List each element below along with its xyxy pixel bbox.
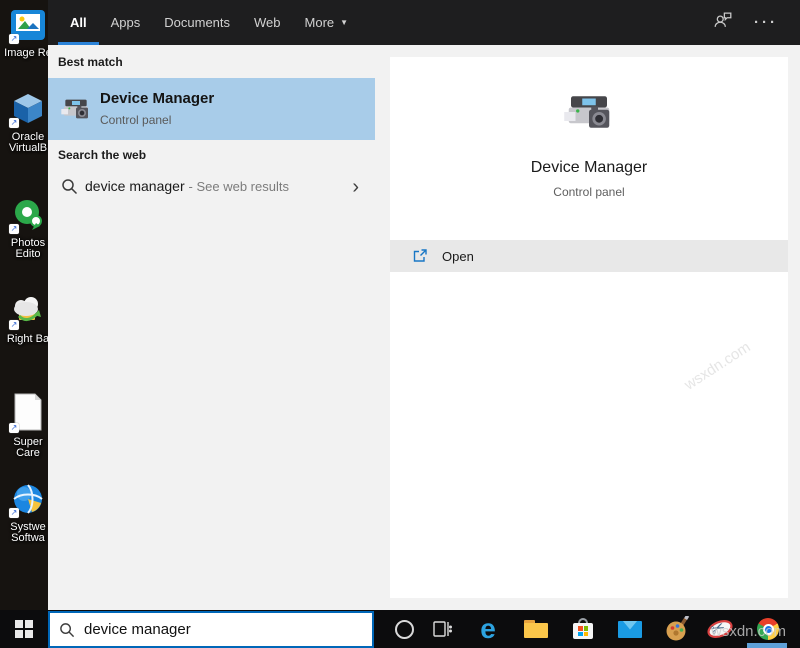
shortcut-arrow-icon: ↗ [9, 224, 19, 234]
shortcut-arrow-icon: ↗ [9, 508, 19, 518]
best-match-result-device-manager[interactable]: Device Manager Control panel [48, 78, 375, 140]
result-subtitle: Control panel [100, 113, 172, 127]
preview-title: Device Manager [530, 159, 648, 176]
shortcut-arrow-icon: ↗ [9, 320, 19, 330]
web-query: device manager - See web results [85, 178, 289, 194]
photos-editor-icon: ↗ [9, 198, 45, 234]
tabs: All Apps Documents Web More ▼ [58, 0, 360, 45]
chevron-down-icon: ▼ [340, 18, 349, 27]
image-viewer-icon: ↗ [9, 8, 45, 44]
store-icon [572, 618, 594, 640]
systweak-icon: ↗ [9, 482, 45, 518]
tab-more[interactable]: More ▼ [293, 0, 361, 45]
file-explorer-icon [524, 620, 548, 638]
shortcut-arrow-icon: ↗ [9, 423, 19, 433]
edge-icon: e [480, 613, 496, 644]
taskbar-active-indicator [747, 643, 787, 648]
feedback-icon[interactable] [712, 9, 734, 36]
chevron-right-icon: › [352, 176, 359, 198]
task-view-button[interactable] [422, 610, 462, 648]
device-manager-icon [60, 93, 92, 130]
best-match-heading: Best match [58, 55, 123, 69]
tab-all[interactable]: All [58, 0, 99, 45]
watermark-taskbar: wsxdn.com [711, 623, 787, 640]
search-results-body: Best match Device Manager Control panel … [48, 45, 800, 610]
shortcut-arrow-icon: ↗ [9, 34, 19, 44]
file-explorer-button[interactable] [516, 610, 556, 648]
open-icon [413, 249, 427, 262]
results-column: Best match Device Manager Control panel … [48, 45, 390, 610]
store-button[interactable] [563, 610, 603, 648]
start-button[interactable] [0, 610, 48, 648]
search-flyout: All Apps Documents Web More ▼ ··· Best m… [48, 0, 800, 610]
taskbar: e ✂ [0, 610, 800, 648]
result-title: Device Manager [100, 90, 215, 107]
search-web-heading: Search the web [58, 148, 147, 162]
mail-button[interactable] [610, 610, 650, 648]
cortana-button[interactable] [384, 610, 424, 648]
web-suffix: - See web results [188, 179, 289, 194]
virtualbox-icon: ↗ [9, 92, 45, 128]
windows-logo-icon [15, 620, 33, 638]
search-tabs-bar: All Apps Documents Web More ▼ ··· [48, 0, 800, 45]
document-icon: ↗ [9, 393, 45, 433]
search-icon [62, 179, 78, 195]
preview-subtitle: Control panel [553, 185, 625, 199]
task-view-icon [433, 621, 453, 637]
open-action[interactable]: Open [390, 240, 788, 272]
edge-button[interactable]: e [468, 610, 508, 648]
open-label: Open [442, 248, 474, 264]
cortana-icon [394, 619, 414, 639]
mail-icon [618, 620, 642, 638]
tab-apps[interactable]: Apps [99, 0, 153, 45]
tab-web[interactable]: Web [242, 0, 293, 45]
paint-button[interactable] [658, 610, 698, 648]
taskbar-search-box[interactable] [48, 611, 374, 648]
shortcut-arrow-icon: ↗ [9, 118, 19, 128]
taskbar-search-input[interactable] [84, 621, 334, 638]
preview-panel: Device Manager Control panel Open [390, 57, 788, 598]
web-search-result[interactable]: device manager - See web results › [48, 167, 375, 207]
device-manager-icon-large [562, 85, 616, 139]
paint-icon [666, 616, 690, 641]
ellipsis-icon[interactable]: ··· [754, 15, 778, 30]
tab-documents[interactable]: Documents [152, 0, 242, 45]
search-icon [60, 622, 75, 637]
cloud-backup-icon: ↗ [9, 294, 45, 330]
